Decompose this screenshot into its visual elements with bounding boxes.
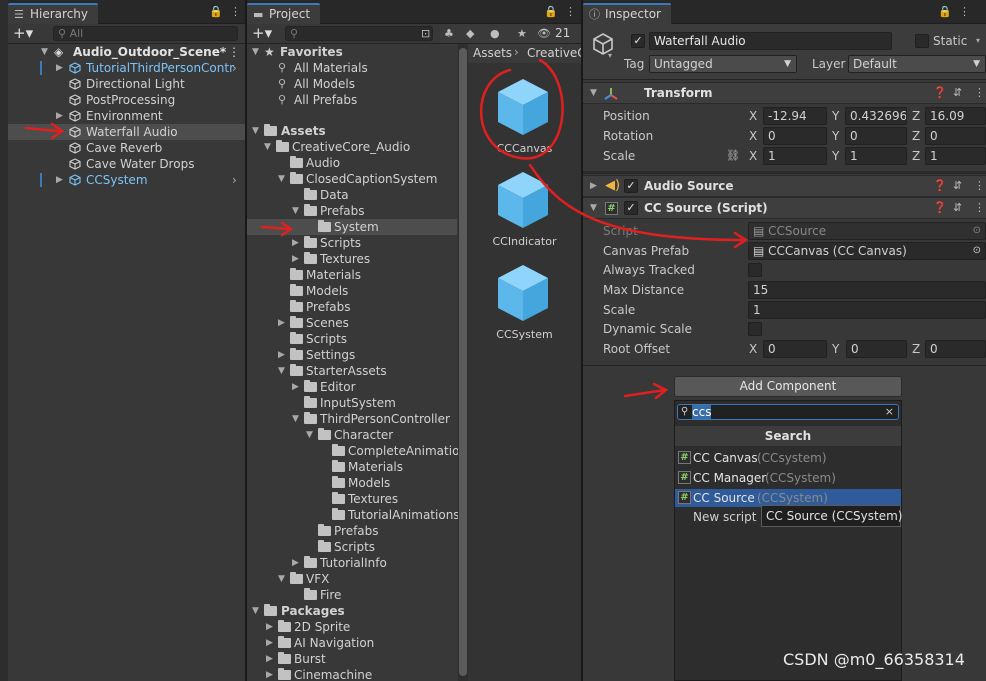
red-arrow-system	[260, 221, 294, 237]
red-arrow-add-component	[623, 382, 669, 400]
red-circle-cccanvas	[479, 58, 564, 160]
red-line-canvas-prefab	[528, 163, 747, 242]
red-arrow-hierarchy	[24, 126, 60, 133]
red-annotations	[24, 58, 749, 400]
